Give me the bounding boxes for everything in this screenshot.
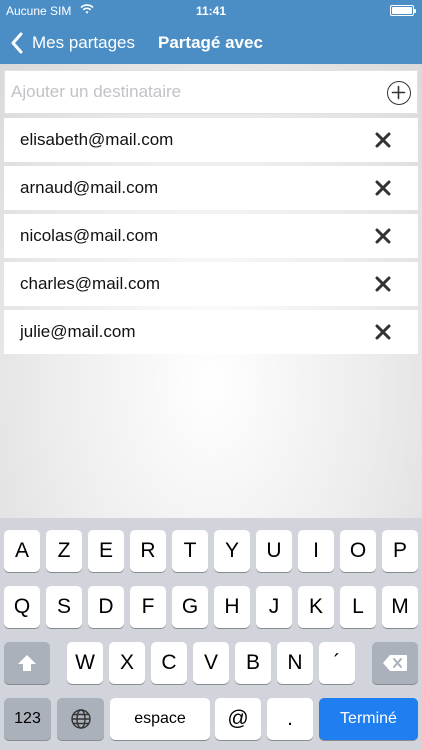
key-s[interactable]: S xyxy=(46,586,82,628)
key-c[interactable]: C xyxy=(151,642,187,684)
add-recipient-row xyxy=(4,70,418,114)
battery-icon xyxy=(390,5,416,16)
key-j[interactable]: J xyxy=(256,586,292,628)
key-accent[interactable]: ´ xyxy=(319,642,355,684)
remove-recipient-button[interactable] xyxy=(374,275,392,293)
list-item: arnaud@mail.com xyxy=(4,166,418,210)
key-y[interactable]: Y xyxy=(214,530,250,572)
dot-key[interactable]: . xyxy=(267,698,313,740)
list-item: julie@mail.com xyxy=(4,310,418,354)
globe-icon xyxy=(70,709,91,729)
at-key[interactable]: @ xyxy=(215,698,261,740)
header: Aucune SIM 11:41 Mes partages Partagé av… xyxy=(0,0,422,64)
key-n[interactable]: N xyxy=(277,642,313,684)
add-recipient-button[interactable] xyxy=(387,81,411,105)
recipient-email: charles@mail.com xyxy=(20,274,161,293)
recipient-email: elisabeth@mail.com xyxy=(20,130,174,149)
status-bar: Aucune SIM 11:41 xyxy=(0,0,422,22)
key-v[interactable]: V xyxy=(193,642,229,684)
numbers-key[interactable]: 123 xyxy=(4,698,51,740)
content-area: elisabeth@mail.com arnaud@mail.com nicol… xyxy=(0,64,422,518)
list-item: elisabeth@mail.com xyxy=(4,118,418,162)
nav-bar: Mes partages Partagé avec xyxy=(0,22,422,64)
plus-icon xyxy=(391,85,406,100)
recipient-email: nicolas@mail.com xyxy=(20,226,159,245)
key-e[interactable]: E xyxy=(88,530,124,572)
key-o[interactable]: O xyxy=(340,530,376,572)
key-m[interactable]: M xyxy=(382,586,418,628)
done-key[interactable]: Terminé xyxy=(319,698,418,740)
key-q[interactable]: Q xyxy=(4,586,40,628)
remove-recipient-button[interactable] xyxy=(374,131,392,149)
remove-recipient-button[interactable] xyxy=(374,179,392,197)
key-d[interactable]: D xyxy=(88,586,124,628)
key-t[interactable]: T xyxy=(172,530,208,572)
key-u[interactable]: U xyxy=(256,530,292,572)
globe-key[interactable] xyxy=(57,698,104,740)
key-f[interactable]: F xyxy=(130,586,166,628)
key-b[interactable]: B xyxy=(235,642,271,684)
space-key[interactable]: espace xyxy=(110,698,210,740)
page-title: Partagé avec xyxy=(158,33,263,52)
key-r[interactable]: R xyxy=(130,530,166,572)
recipient-email: arnaud@mail.com xyxy=(20,178,159,197)
key-g[interactable]: G xyxy=(172,586,208,628)
key-l[interactable]: L xyxy=(340,586,376,628)
key-h[interactable]: H xyxy=(214,586,250,628)
key-p[interactable]: P xyxy=(382,530,418,572)
remove-recipient-button[interactable] xyxy=(374,323,392,341)
key-z[interactable]: Z xyxy=(46,530,82,572)
recipient-list: elisabeth@mail.com arnaud@mail.com nicol… xyxy=(4,118,418,358)
remove-recipient-button[interactable] xyxy=(374,227,392,245)
chevron-left-icon xyxy=(11,32,23,54)
list-item: charles@mail.com xyxy=(4,262,418,306)
shift-key[interactable] xyxy=(4,642,50,684)
backspace-icon xyxy=(383,655,407,671)
add-recipient-input[interactable] xyxy=(5,71,375,113)
delete-key[interactable] xyxy=(372,642,418,684)
key-k[interactable]: K xyxy=(298,586,334,628)
key-a[interactable]: A xyxy=(4,530,40,572)
recipient-email: julie@mail.com xyxy=(20,322,136,341)
shift-icon xyxy=(18,655,36,671)
back-label: Mes partages xyxy=(32,33,135,52)
back-button[interactable]: Mes partages xyxy=(10,22,135,64)
key-x[interactable]: X xyxy=(109,642,145,684)
list-item: nicolas@mail.com xyxy=(4,214,418,258)
keyboard: A Z E R T Y U I O P Q S D F G H J K L M … xyxy=(0,518,422,750)
status-time: 11:41 xyxy=(195,4,227,18)
key-w[interactable]: W xyxy=(67,642,103,684)
key-i[interactable]: I xyxy=(298,530,334,572)
